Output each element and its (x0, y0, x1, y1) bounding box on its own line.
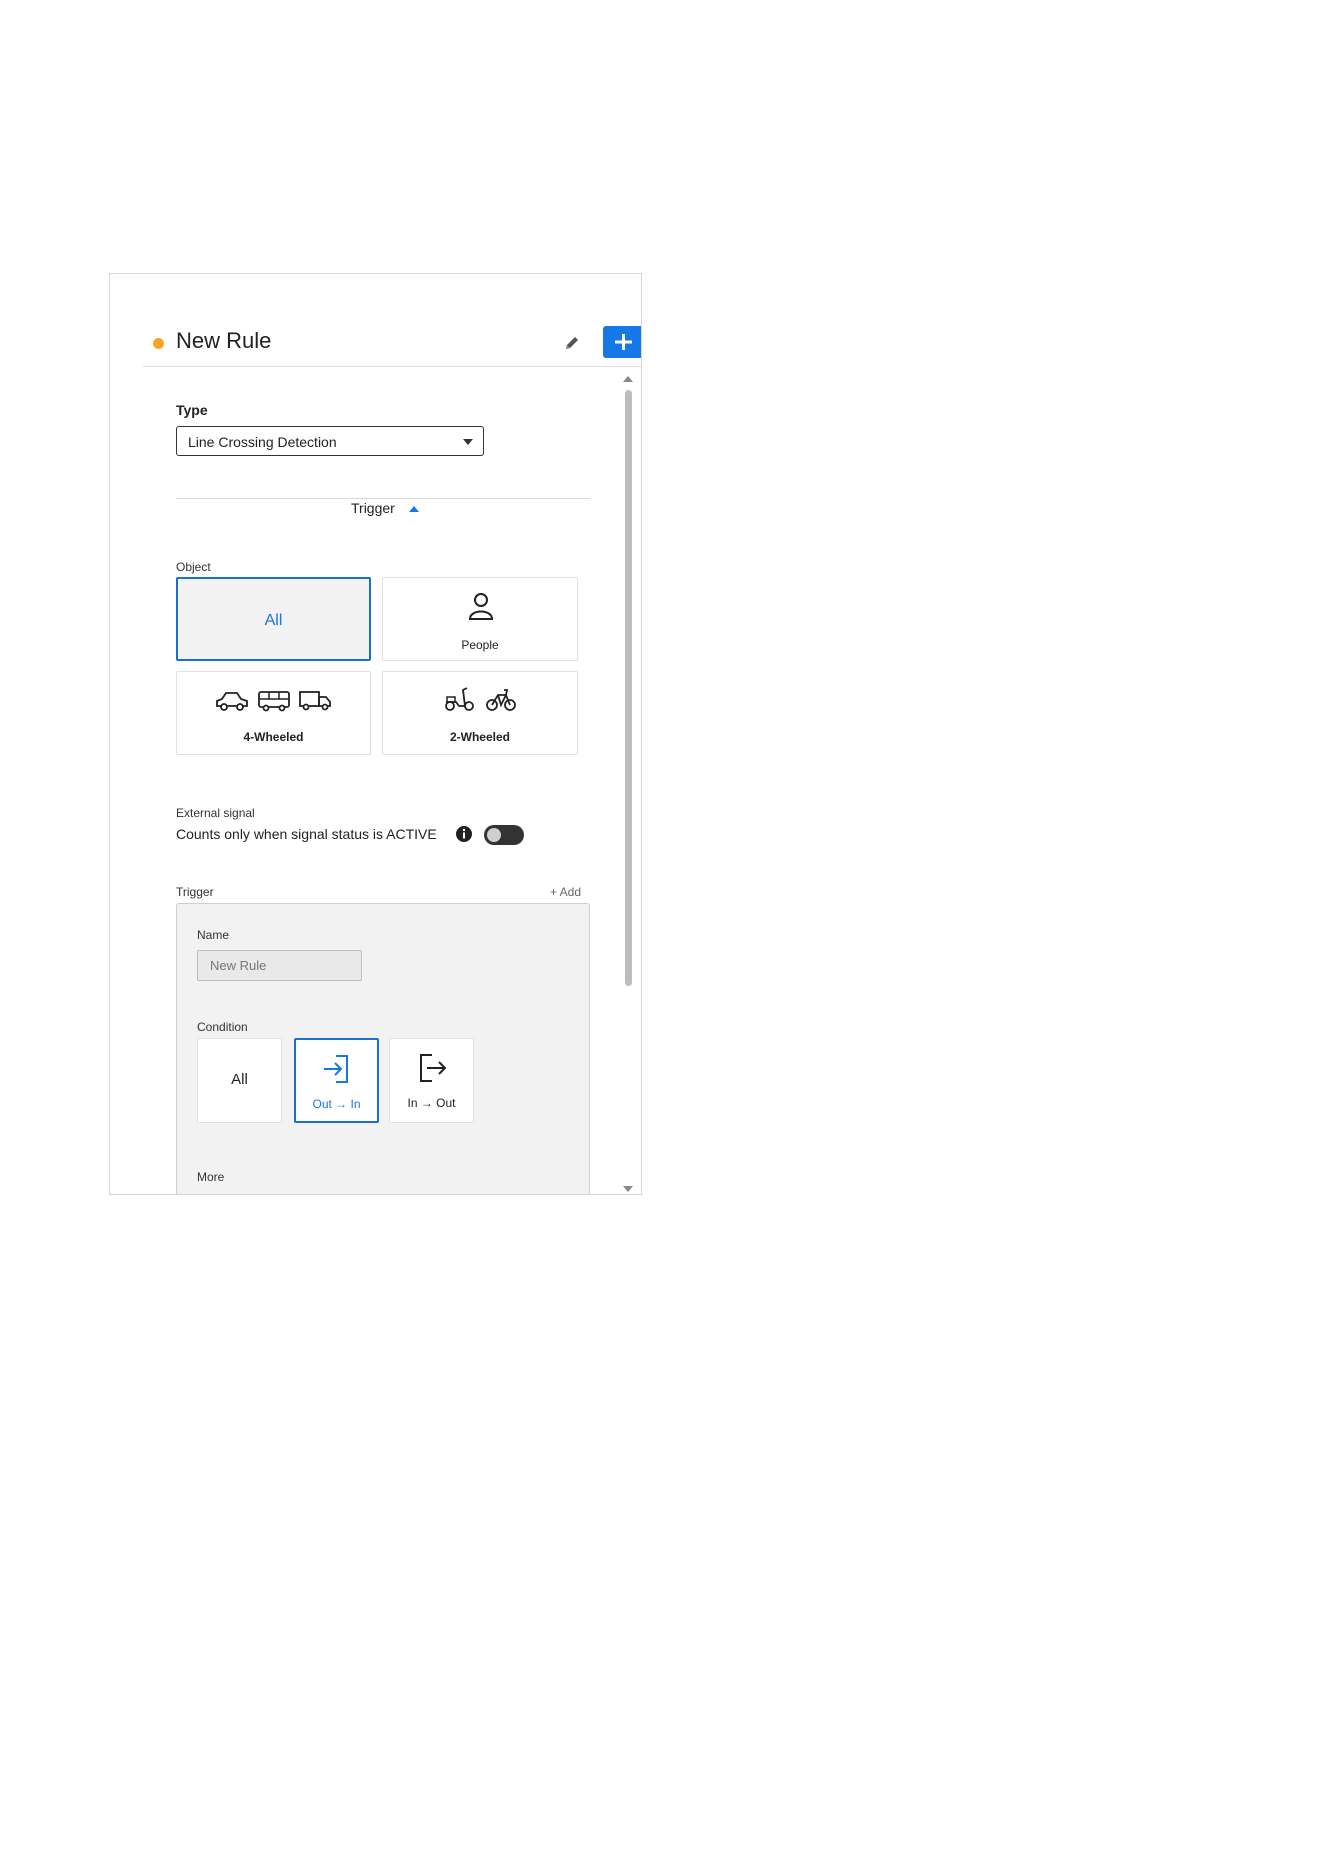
trigger-label: Trigger (176, 885, 214, 899)
trigger-section-toggle[interactable]: Trigger (351, 500, 420, 522)
rule-editor-panel: New Rule Type Line Crossing Detection Tr… (109, 273, 642, 1195)
more-label: More (197, 1170, 225, 1184)
condition-option-label: All (231, 1071, 248, 1088)
external-signal-label: External signal (176, 806, 255, 820)
bus-icon (258, 691, 290, 712)
scrollbar[interactable] (621, 374, 635, 1194)
object-label: Object (176, 560, 211, 574)
scooter-icon (445, 687, 474, 711)
type-select[interactable]: Line Crossing Detection (176, 426, 484, 456)
object-option-all[interactable]: All (176, 577, 371, 661)
object-option-label: All (264, 612, 283, 629)
scroll-up-arrow[interactable] (623, 376, 633, 382)
trigger-name-input[interactable] (197, 950, 362, 981)
condition-label: Condition (197, 1020, 248, 1034)
enter-icon (324, 1055, 348, 1083)
pencil-icon[interactable] (563, 334, 581, 352)
info-icon[interactable] (455, 825, 473, 843)
scrollbar-thumb[interactable] (625, 390, 632, 986)
condition-option-label: Out → In (312, 1097, 361, 1111)
object-option-4-wheeled[interactable]: 4-Wheeled (176, 671, 371, 755)
plus-icon (615, 334, 632, 350)
type-select-value: Line Crossing Detection (188, 434, 337, 450)
chevron-down-icon (463, 439, 473, 445)
status-dot (153, 338, 164, 349)
condition-option-label: In → Out (407, 1096, 456, 1110)
chevron-up-icon (409, 505, 420, 512)
condition-option-in-out[interactable]: In → Out (389, 1038, 474, 1123)
trigger-section-label: Trigger (351, 500, 395, 516)
bicycle-icon (486, 689, 516, 711)
object-option-2-wheeled[interactable]: 2-Wheeled (382, 671, 578, 755)
truck-icon (299, 691, 331, 711)
scroll-down-arrow[interactable] (623, 1186, 633, 1192)
name-label: Name (197, 928, 230, 942)
object-option-people[interactable]: People (382, 577, 578, 661)
add-rule-button[interactable] (603, 326, 641, 358)
object-option-label: 4-Wheeled (243, 730, 304, 744)
object-option-label: People (461, 638, 499, 652)
toggle-knob (487, 828, 501, 842)
external-signal-toggle[interactable] (484, 825, 524, 845)
add-trigger-button[interactable]: + Add (550, 885, 581, 899)
section-divider (176, 498, 590, 499)
exit-icon (420, 1054, 447, 1082)
rule-header: New Rule (143, 326, 641, 367)
object-option-label: 2-Wheeled (449, 730, 510, 744)
person-icon (468, 593, 494, 620)
condition-option-out-in[interactable]: Out → In (294, 1038, 379, 1123)
trigger-item: Name Condition All Out → In In → Out Mor… (176, 903, 590, 1194)
type-label: Type (176, 402, 208, 418)
condition-option-all[interactable]: All (197, 1038, 282, 1123)
rule-title: New Rule (176, 328, 272, 353)
external-signal-description: Counts only when signal status is ACTIVE (176, 826, 437, 842)
car-icon (216, 692, 248, 711)
